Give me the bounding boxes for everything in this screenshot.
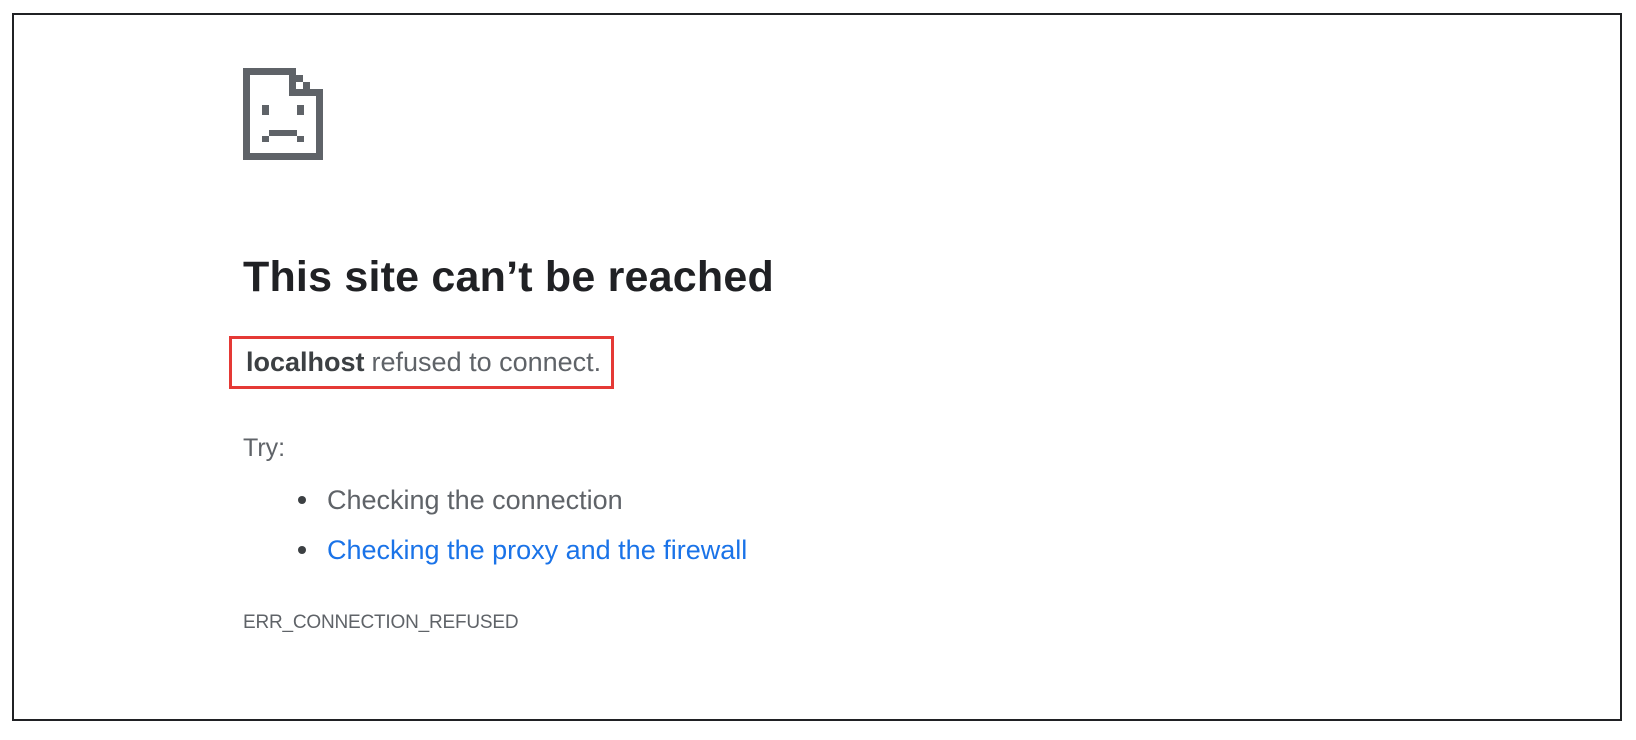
- error-code: ERR_CONNECTION_REFUSED: [243, 612, 519, 633]
- page-title: This site can’t be reached: [243, 253, 774, 301]
- try-label: Try:: [243, 434, 286, 462]
- error-host: localhost: [246, 347, 365, 377]
- sad-page-icon: [243, 68, 323, 160]
- browser-page-frame: This site can’t be reached localhost ref…: [12, 13, 1622, 721]
- error-message: refused to connect.: [371, 347, 602, 377]
- suggestion-check-proxy-firewall-link[interactable]: Checking the proxy and the firewall: [243, 525, 747, 575]
- error-message-highlight: localhost refused to connect.: [229, 336, 615, 389]
- suggestion-link-text[interactable]: Checking the proxy and the firewall: [327, 535, 747, 566]
- error-content: This site can’t be reached localhost ref…: [229, 15, 1343, 719]
- suggestion-text: Checking the connection: [327, 484, 623, 515]
- bullet-icon: [298, 496, 306, 504]
- bullet-icon: [298, 546, 306, 554]
- suggestion-check-connection: Checking the connection: [243, 475, 747, 525]
- suggestion-list: Checking the connection Checking the pro…: [243, 475, 747, 575]
